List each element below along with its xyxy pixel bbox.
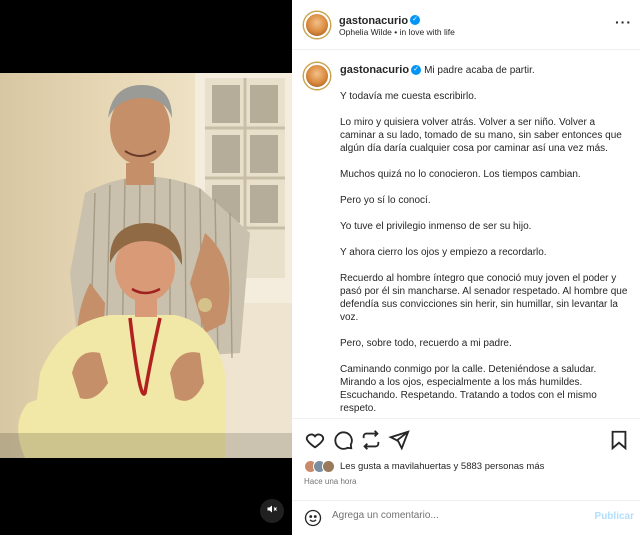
likes-text[interactable]: Les gusta a mavilahuertas y 5883 persona… <box>340 461 544 472</box>
emoji-icon[interactable] <box>304 509 322 527</box>
caption-paragraph: Caminando conmigo por la calle. Detenién… <box>340 364 597 414</box>
caption-paragraph: Y todavía me cuesta escribirlo. <box>340 91 477 102</box>
send-icon[interactable] <box>388 429 410 451</box>
post-media[interactable] <box>0 0 292 535</box>
caption-paragraph: Yo tuve el privilegio inmenso de ser su … <box>340 221 532 232</box>
liker-avatar <box>322 459 335 473</box>
photo-illustration <box>0 73 292 458</box>
caption-avatar[interactable] <box>304 63 330 89</box>
heart-icon[interactable] <box>304 429 326 451</box>
more-options-icon[interactable]: ··· <box>615 14 632 30</box>
comment-input[interactable] <box>332 510 582 521</box>
mute-button[interactable] <box>260 499 284 523</box>
caption-paragraph: Y ahora cierro los ojos y empiezo a reco… <box>340 247 547 258</box>
username[interactable]: gastonacurio <box>339 15 408 27</box>
likes-row[interactable]: Les gusta a mavilahuertas y 5883 persona… <box>304 459 544 473</box>
caption-paragraph: Muchos quizá no lo conocieron. Los tiemp… <box>340 169 581 180</box>
verified-badge-icon: ✓ <box>411 65 422 76</box>
caption-first-text: Mi padre acaba de partir. <box>424 65 535 76</box>
bookmark-icon[interactable] <box>608 429 630 451</box>
caption-paragraph: Pero, sobre todo, recuerdo a mi padre. <box>340 338 512 349</box>
caption-paragraph: Lo miro y quisiera volver atrás. Volver … <box>340 117 622 154</box>
post-header: gastonacurio ✓ Ophelia Wilde • in love wi… <box>292 0 640 50</box>
share-icon[interactable] <box>360 429 382 451</box>
post-time[interactable]: Hace una hora <box>304 477 356 486</box>
muted-speaker-icon <box>266 502 278 520</box>
audio-subtitle[interactable]: Ophelia Wilde • in love with life <box>339 27 455 37</box>
publish-button[interactable]: Publicar <box>595 511 634 522</box>
caption-section: gastonacurio ✓ Mi padre acaba de partir. Y… <box>292 51 640 417</box>
caption-username[interactable]: gastonacurio <box>340 64 409 76</box>
post-panel: gastonacurio ✓ Ophelia Wilde • in love wi… <box>292 0 640 535</box>
comment-bar: Publicar <box>292 500 640 535</box>
comment-icon[interactable] <box>332 429 354 451</box>
caption-first-line: gastonacurio ✓ Mi padre acaba de partir. <box>340 64 632 77</box>
action-icons <box>304 429 630 451</box>
avatar[interactable] <box>304 12 330 38</box>
caption-paragraph: Pero yo sí lo conocí. <box>340 195 431 206</box>
verified-badge-icon: ✓ <box>410 14 421 25</box>
caption-body: gastonacurio ✓ Mi padre acaba de partir. Y… <box>340 64 632 417</box>
caption-paragraph: Recuerdo al hombre íntegro que conoció m… <box>340 273 628 323</box>
post-photo <box>0 73 292 458</box>
actions-section: Les gusta a mavilahuertas y 5883 persona… <box>292 418 640 535</box>
